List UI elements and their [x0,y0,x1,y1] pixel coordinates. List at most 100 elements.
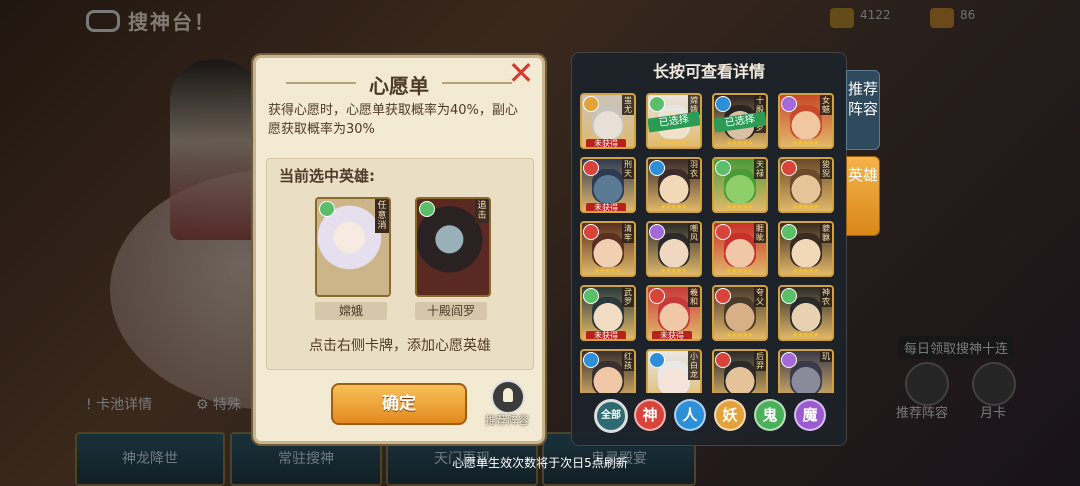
recommend-lineup-label: 推荐阵容 [485,414,529,427]
star-rating-icon: ★★★★★ [726,203,753,211]
hero-card[interactable]: 刑天未获得 [580,157,636,213]
hero-card[interactable]: 小白龙★★★★★ [646,349,702,393]
hero-card[interactable]: 羲和未获得 [646,285,702,341]
selected-hero-title: 当前选中英雄: [279,167,375,185]
faction-icon [583,288,599,304]
hero-portrait [724,233,756,267]
confirm-button[interactable]: 确定 [331,383,467,425]
hero-card[interactable]: 天禄 ★★★★★ [712,157,768,213]
hero-portrait [592,361,624,393]
hero-card[interactable]: 狻猊 ★★★★★ [778,157,834,213]
hero-tag: 睚眦 [754,223,766,243]
faction-icon [781,224,797,240]
faction-icon [649,352,665,368]
wish-list-panel: 心愿单 ✕ 获得心愿时，心愿单获取概率为40%，副心愿获取概率为30% 当前选中… [253,55,545,444]
hero-tag: 后羿 [754,351,766,371]
person-icon [491,380,525,414]
star-rating-icon: ★★★★★ [726,267,753,275]
hero-tag: 夸父 [754,287,766,307]
star-rating-icon: ★★★★★ [660,139,687,147]
faction-icon [583,96,599,112]
star-rating-icon: ★★★★★ [792,203,819,211]
hero-card[interactable]: 十殿阎罗★★★★★已选择 [712,93,768,149]
side-tab-recommend[interactable]: 推荐阵容 [846,70,880,150]
hero-tag: 刑天 [622,159,634,179]
hero-card[interactable]: 神农 ★★★★★ [778,285,834,341]
hero-tag: 追击 [475,199,489,223]
hero-card[interactable]: 蚩尤未获得 [580,93,636,149]
star-rating-icon: ★★★★★ [792,139,819,147]
faction-icon [649,160,665,176]
close-icon[interactable]: ✕ [506,57,536,89]
faction-icon [715,352,731,368]
faction-icon [715,160,731,176]
hero-card[interactable]: 玑★★★★★ [778,349,834,393]
hero-card[interactable]: 夸父 ★★★★★ [712,285,768,341]
hero-portrait [658,169,690,203]
hero-card[interactable]: 嘲风 ★★★★★ [646,221,702,277]
star-rating-icon: ★★★★★ [594,267,621,275]
filter-button[interactable]: 神 [634,399,666,431]
star-rating-icon: ★★★★★ [792,331,819,339]
side-tab-hero[interactable]: 英雄 [846,156,880,236]
not-owned-badge: 未获得 [652,331,692,339]
hero-tag: 羲和 [688,287,700,307]
hero-portrait [724,297,756,331]
hero-tag: 嘲风 [688,223,700,243]
star-rating-icon: ★★★★★ [726,331,753,339]
faction-icon [649,96,665,112]
hero-card[interactable]: 羽衣 ★★★★★ [646,157,702,213]
star-rating-icon: ★★★★★ [792,267,819,275]
hero-card[interactable]: 睚眦 ★★★★★ [712,221,768,277]
hero-card[interactable]: 红孩★★★★★ [580,349,636,393]
wish-card-change[interactable]: 任意消 [315,197,391,297]
hero-selection-panel: 长按可查看详情 蚩尤未获得嫦娥★★★★★已选择十殿阎罗★★★★★已选择女魃★★★… [571,52,847,446]
hero-card[interactable]: 清牢 ★★★★★ [580,221,636,277]
hero-card[interactable]: 后羿★★★★★ [712,349,768,393]
hero-portrait [658,297,690,331]
heart-icon [419,201,435,217]
hero-card[interactable]: 嫦娥 ★★★★★ 已选择 [646,93,702,149]
hero-portrait [658,361,690,393]
filter-button[interactable]: 全部 [594,399,628,433]
hero-card[interactable]: 貔貅 ★★★★★ [778,221,834,277]
hero-portrait [658,233,690,267]
heart-icon [319,201,335,217]
wish-list-title: 心愿单 [369,74,429,98]
recommend-lineup-button[interactable]: 推荐阵容 [482,380,532,427]
hero-tag: 任意消 [375,199,389,233]
star-rating-icon: ★★★★★ [726,139,753,147]
not-owned-badge: 未获得 [586,139,626,147]
star-rating-icon: ★★★★★ [660,203,687,211]
faction-icon [715,96,731,112]
filter-button[interactable]: 魔 [794,399,826,431]
faction-icon [583,224,599,240]
faction-icon [781,96,797,112]
wish-card-yama[interactable]: 追击 [415,197,491,297]
hero-grid: 蚩尤未获得嫦娥★★★★★已选择十殿阎罗★★★★★已选择女魃★★★★★刑天未获得羽… [580,93,840,393]
filter-button[interactable]: 妖 [714,399,746,431]
hero-tag: 貔貅 [820,223,832,243]
not-owned-badge: 未获得 [586,331,626,339]
hero-tag: 天禄 [754,159,766,179]
hero-card[interactable]: 武罗未获得 [580,285,636,341]
not-owned-badge: 未获得 [586,203,626,211]
faction-icon [649,288,665,304]
wish-description: 获得心愿时，心愿单获取概率为40%，副心愿获取概率为30% [268,103,518,137]
filter-button[interactable]: 鬼 [754,399,786,431]
faction-icon [715,288,731,304]
filter-button[interactable]: 人 [674,399,706,431]
hero-tag: 小白龙 [688,351,700,380]
hero-tag: 清牢 [622,223,634,243]
hero-portrait [790,169,822,203]
hero-card[interactable]: 女魃 ★★★★★ [778,93,834,149]
hero-portrait [592,297,624,331]
hero-tag: 武罗 [622,287,634,307]
faction-icon [649,224,665,240]
faction-filter-bar: 全部神人妖鬼魔 [594,399,834,433]
hero-portrait [592,233,624,267]
hero-portrait [790,105,822,139]
hero-portrait [592,169,624,203]
hero-tag: 蚩尤 [622,95,634,115]
selected-hero-box: 当前选中英雄: 任意消 嫦娥 追击 十殿阎罗 点击右侧卡牌，添加心愿英雄 [266,158,534,370]
